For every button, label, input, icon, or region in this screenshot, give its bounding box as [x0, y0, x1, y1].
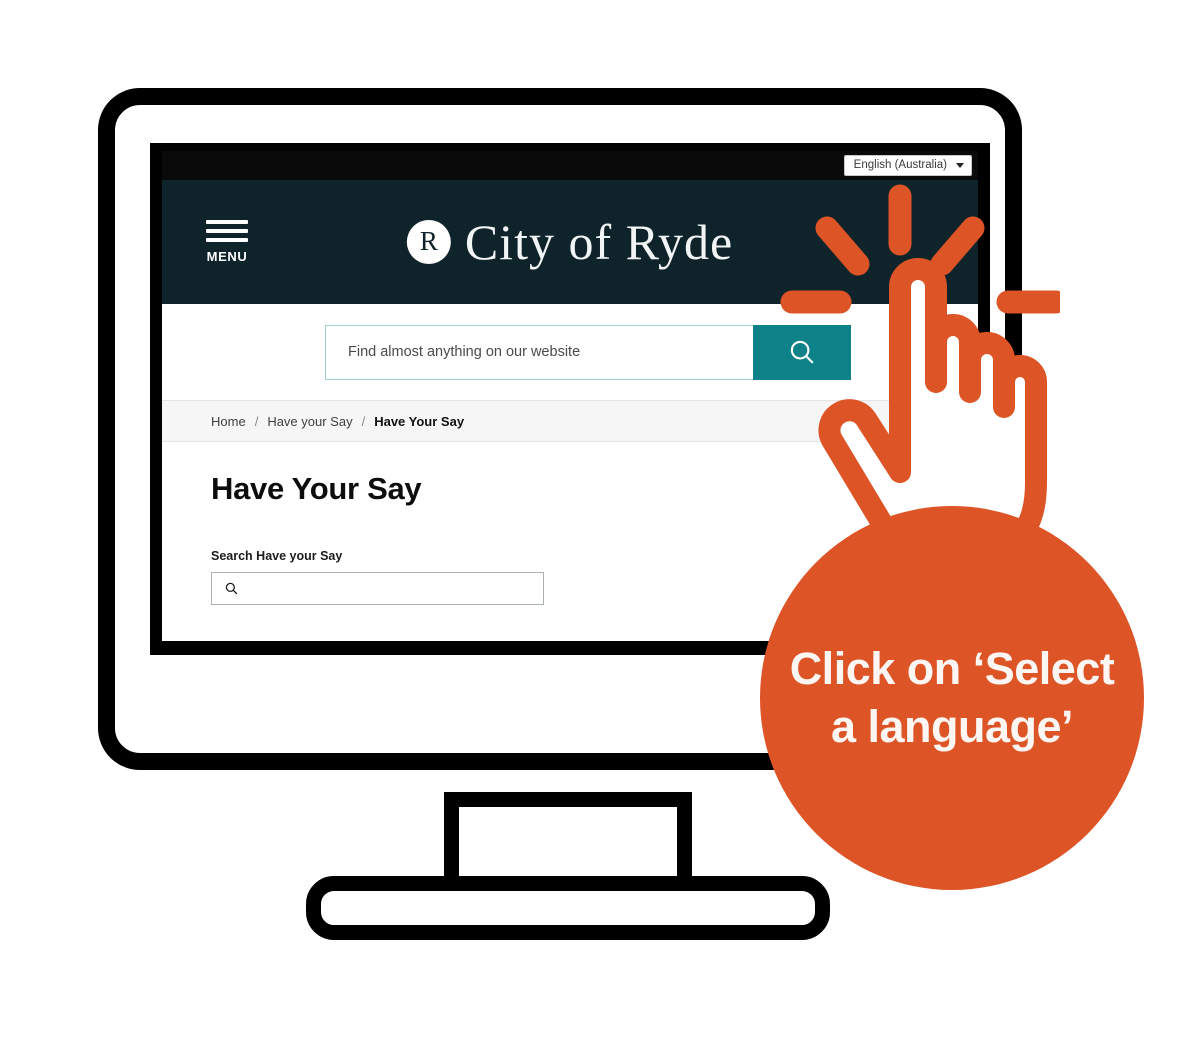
site-search-input[interactable]: Find almost anything on our website — [325, 324, 753, 380]
breadcrumb-item-have-your-say[interactable]: Have your Say — [267, 414, 352, 429]
illustration-canvas: English (Australia) MENU R City of Ryde — [0, 0, 1181, 1063]
breadcrumb-separator: / — [361, 413, 366, 429]
search-icon — [790, 340, 814, 364]
chevron-down-icon — [956, 163, 964, 168]
site-logo[interactable]: R City of Ryde — [406, 214, 734, 270]
monitor-stand-base — [306, 876, 830, 940]
site-search-row: Find almost anything on our website — [162, 304, 978, 400]
brand-monogram-letter: R — [419, 225, 438, 256]
language-selector-label: English (Australia) — [853, 158, 947, 171]
site-search-placeholder: Find almost anything on our website — [348, 344, 581, 360]
site-search-group: Find almost anything on our website — [325, 324, 851, 380]
breadcrumb-item-current: Have Your Say — [374, 413, 465, 429]
breadcrumb-separator: / — [254, 413, 259, 429]
site-search-button[interactable] — [753, 324, 851, 380]
language-selector[interactable]: English (Australia) — [843, 155, 972, 176]
menu-button[interactable]: MENU — [206, 220, 248, 264]
callout-bubble[interactable]: Click on ‘Select a language’ — [760, 506, 1144, 890]
page-title: Have Your Say — [211, 471, 422, 506]
hamburger-icon — [206, 220, 248, 242]
search-icon — [225, 582, 238, 595]
callout-text: Click on ‘Select a language’ — [789, 643, 1115, 752]
breadcrumb: Home / Have your Say / Have Your Say — [162, 400, 978, 442]
page-search-input[interactable] — [211, 572, 544, 605]
site-header: MENU R City of Ryde — [162, 180, 978, 304]
brand-name: City of Ryde — [464, 214, 734, 270]
monitor-stand-neck — [444, 792, 692, 888]
breadcrumb-item-home[interactable]: Home — [211, 414, 246, 429]
menu-button-label: MENU — [206, 249, 248, 264]
ryde-monogram-icon: R — [406, 220, 451, 264]
utility-bar: English (Australia) — [162, 151, 978, 180]
